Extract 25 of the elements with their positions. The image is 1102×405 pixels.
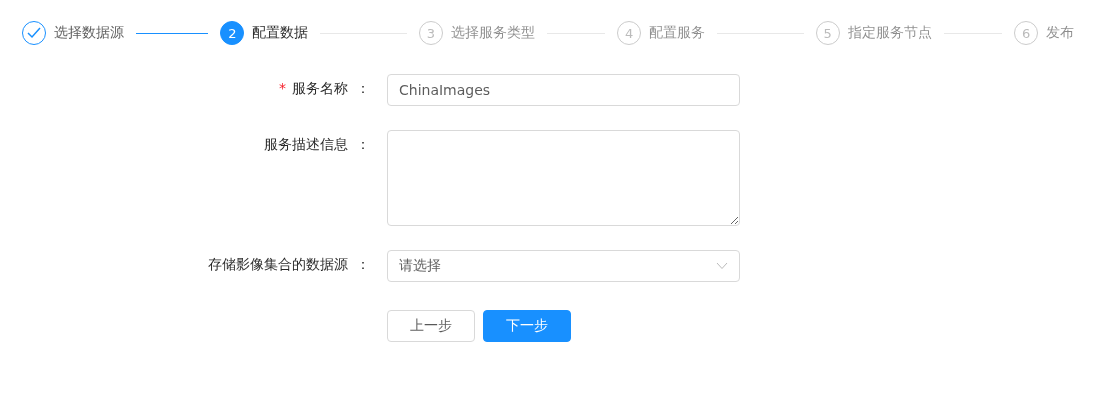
label-colon: ： [356, 136, 370, 154]
required-mark: * [279, 80, 286, 96]
label-colon: ： [356, 256, 370, 274]
step-title: 选择数据源 [54, 24, 124, 42]
step-number: 4 [625, 25, 634, 41]
step-title: 配置数据 [252, 24, 309, 42]
check-icon [27, 27, 41, 39]
service-name-field[interactable]: ChinaImages [387, 74, 740, 106]
step-number: 5 [823, 25, 832, 41]
step-number: 2 [228, 25, 237, 41]
label-colon: ： [356, 80, 370, 98]
select-placeholder: 请选择 [399, 257, 441, 275]
datasource-select[interactable]: 请选择 [387, 250, 740, 282]
field-label: 存储影像集合的数据源 [208, 256, 348, 274]
step-number: 6 [1021, 25, 1031, 41]
step-title: 配置服务 [649, 24, 706, 42]
field-label: 服务名称 [292, 80, 348, 98]
step-title: 指定服务节点 [847, 24, 932, 42]
description-field[interactable] [387, 130, 740, 226]
step-title: 选择服务类型 [450, 24, 535, 42]
step-title: 发布 [1046, 24, 1075, 42]
previous-button[interactable]: 上一步 [387, 310, 475, 342]
field-label: 服务描述信息 [264, 136, 348, 154]
chevron-down-icon [716, 262, 728, 270]
step-number: 3 [426, 25, 435, 41]
